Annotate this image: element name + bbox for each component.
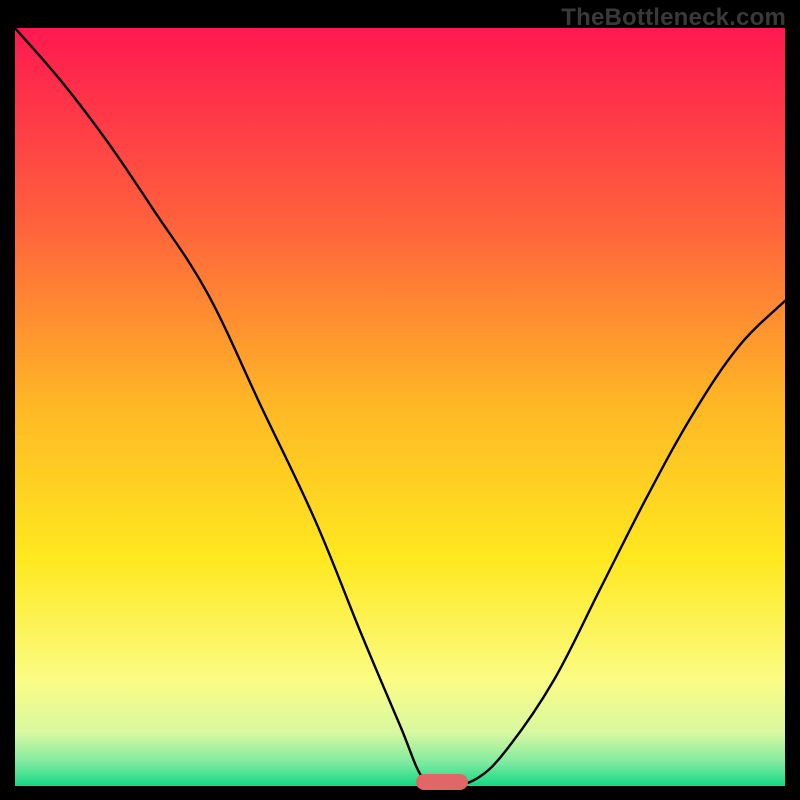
chart-container: TheBottleneck.com <box>0 0 800 800</box>
plot-svg <box>15 28 785 786</box>
gradient-background <box>15 28 785 786</box>
watermark-text: TheBottleneck.com <box>561 4 786 32</box>
plot-area <box>15 28 785 786</box>
optimum-marker <box>416 774 468 790</box>
